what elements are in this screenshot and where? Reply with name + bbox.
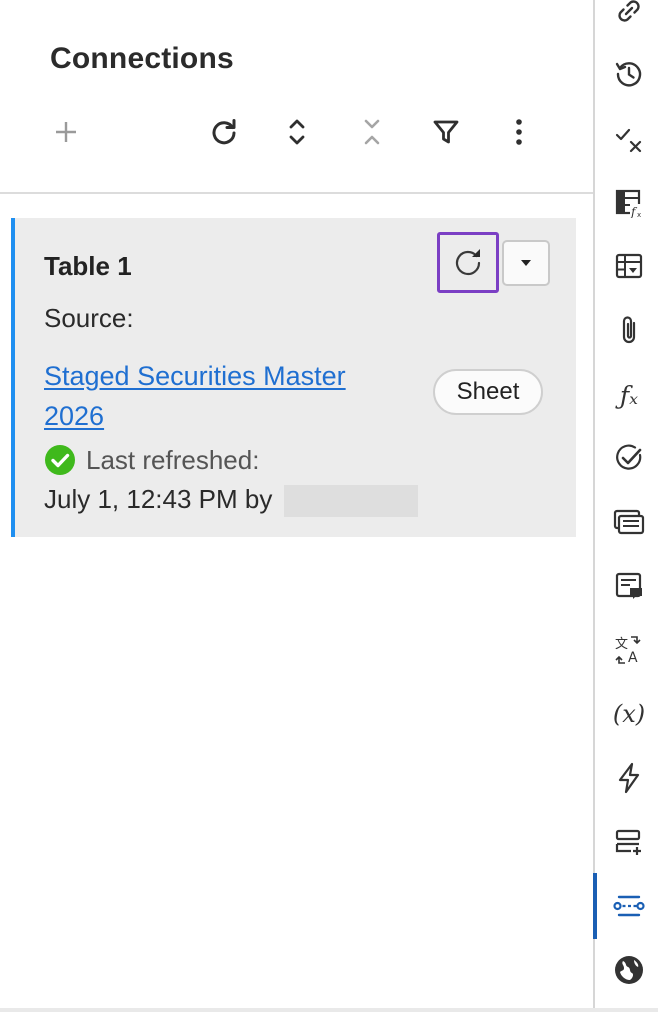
link-icon [618,0,640,22]
rail-item-automations[interactable] [599,752,658,804]
expand-icon [289,119,305,145]
rail-item-add-rows[interactable] [599,816,658,868]
rail-item-link[interactable] [599,0,658,37]
page-title: Connections [50,42,234,75]
rail-item-table-dropdown[interactable] [599,240,658,292]
add-connection-button[interactable] [44,110,88,154]
rail-item-variables[interactable]: (x) [599,688,658,740]
connections-icon [613,895,645,917]
refresh-all-button[interactable] [202,110,246,154]
connection-card[interactable]: Table 1 Source: Staged Securities Master… [11,218,576,537]
refresh-icon [212,119,236,145]
svg-text:文: 文 [615,637,628,652]
rail-item-connections[interactable] [599,880,658,932]
function-icon: ƒₓ [619,380,639,410]
connection-title: Table 1 [44,251,132,281]
refreshed-at: July 1, 12:43 PM by [44,484,273,514]
rail-item-comments[interactable] [599,560,658,612]
rail-item-tasks[interactable] [599,432,658,484]
history-icon [615,62,642,87]
refresh-icon [455,248,481,275]
rail-item-sheet-formula[interactable]: f x [599,177,658,229]
rail-item-history[interactable] [599,48,658,100]
status-label: Last refreshed: [86,444,260,475]
rail-item-validate[interactable] [599,114,658,166]
toolbar-divider [0,192,593,194]
lightning-icon [618,762,640,794]
attachment-icon [622,316,636,344]
refresh-connection-button[interactable] [437,232,499,293]
sheet-formula-icon: f x [615,189,643,218]
translate-icon: 文 A [615,636,641,666]
connections-panel: Connections Table 1 Source: Staged Secur… [0,0,593,1012]
right-rail: f x ƒₓ 文 A (x) [593,0,658,1012]
collapse-icon [364,119,380,145]
rail-item-translate[interactable]: 文 A [599,624,658,676]
success-check-icon [45,445,75,475]
plus-icon [56,122,76,142]
table-dropdown-icon [615,253,643,279]
bottom-border [0,1008,658,1012]
svg-text:A: A [628,650,638,666]
globe-icon [615,956,643,984]
more-vertical-icon [516,119,522,145]
rail-item-global[interactable] [599,944,658,996]
comment-card-icon [615,572,642,599]
source-type-badge[interactable]: Sheet [433,369,543,415]
check-cross-icon [615,128,642,153]
collapse-all-button[interactable] [350,110,394,154]
filter-icon [433,120,459,144]
card-list-icon [613,509,645,535]
svg-text:x: x [637,211,641,218]
rail-active-indicator [593,873,597,939]
caret-down-icon [521,260,531,266]
refresh-status: Last refreshed: [44,444,259,476]
connection-menu-button[interactable] [502,240,550,286]
check-circle-icon [616,444,642,470]
source-label: Source: [44,303,134,333]
rail-item-attachments[interactable] [599,304,658,356]
expand-all-button[interactable] [275,110,319,154]
rows-add-icon [615,829,641,855]
variable-icon: (x) [612,700,646,728]
redacted-user [284,485,418,517]
more-options-button[interactable] [497,110,541,154]
rail-item-cards[interactable] [599,496,658,548]
filter-button[interactable] [424,110,468,154]
rail-item-functions[interactable]: ƒₓ [599,369,658,421]
source-link[interactable]: Staged Securities Master 2026 [44,356,404,436]
